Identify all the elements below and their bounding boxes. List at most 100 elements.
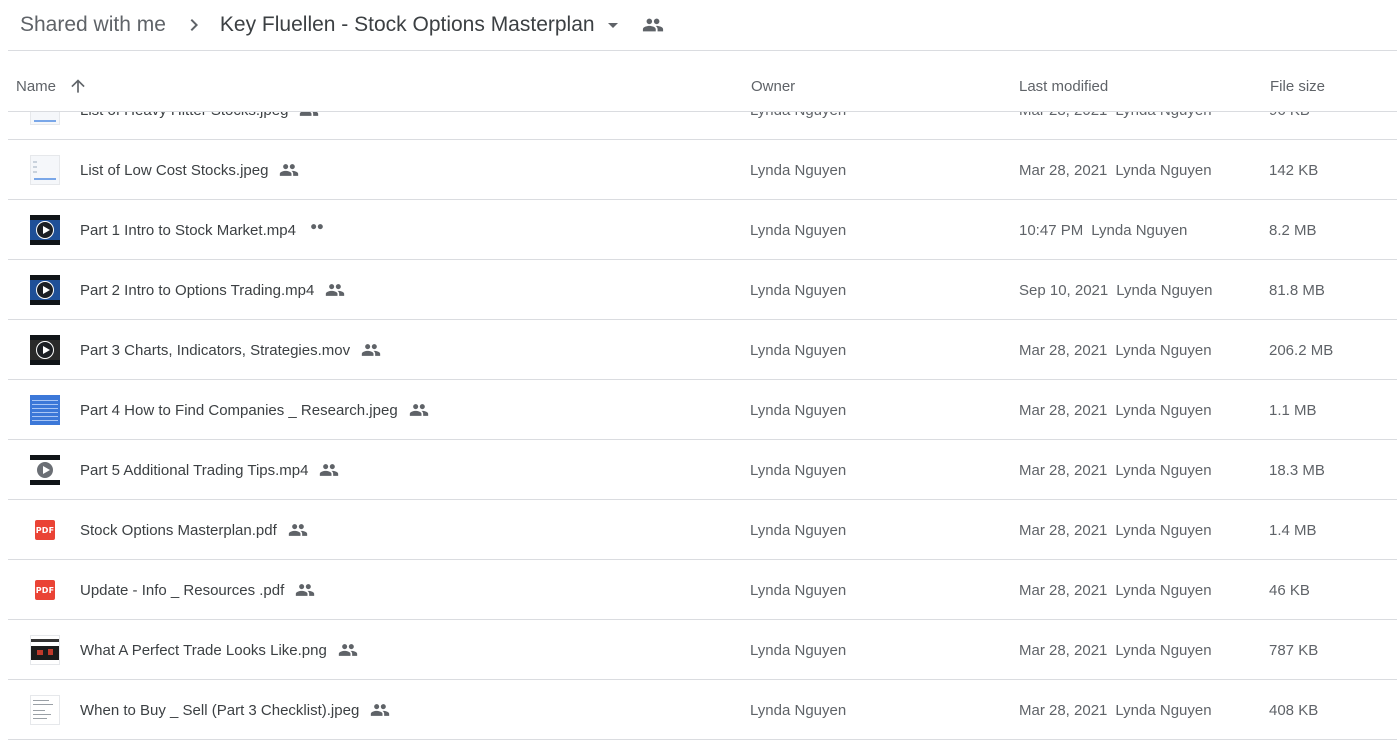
file-name: Stock Options Masterplan.pdf	[80, 521, 277, 539]
modified-date: Mar 28, 2021	[1019, 521, 1108, 539]
owner-cell: Lynda Nguyen	[750, 221, 847, 239]
table-row[interactable]: Part 2 Intro to Options Trading.mp4 Lynd…	[8, 260, 1397, 320]
size-cell: 142 KB	[1269, 161, 1319, 179]
shared-people-icon	[278, 159, 300, 181]
modified-date: Mar 28, 2021	[1019, 161, 1108, 179]
file-list[interactable]: List of Heavy Hitter Stocks.jpeg Lynda N…	[8, 80, 1397, 749]
file-name: List of Low Cost Stocks.jpeg	[80, 161, 269, 179]
table-row[interactable]: PDF Stock Options Masterplan.pdf Lynda N…	[8, 500, 1397, 560]
modified-by: Lynda Nguyen	[1116, 281, 1213, 299]
modified-date: Mar 28, 2021	[1019, 581, 1108, 599]
breadcrumb-current-folder[interactable]: Key Fluellen - Stock Options Masterplan	[220, 13, 595, 37]
modified-date: Mar 28, 2021	[1019, 641, 1108, 659]
file-name: Part 3 Charts, Indicators, Strategies.mo…	[80, 341, 351, 359]
owner-cell: Lynda Nguyen	[750, 461, 847, 479]
column-owner-label: Owner	[751, 77, 796, 95]
size-cell: 81.8 MB	[1269, 281, 1325, 299]
owner-cell: Lynda Nguyen	[750, 641, 847, 659]
table-row[interactable]: Part 5 Additional Trading Tips.mp4 Lynda…	[8, 440, 1397, 500]
modified-cell: Mar 28, 2021 Lynda Nguyen	[1019, 560, 1212, 620]
size-cell: 1.4 MB	[1269, 521, 1317, 539]
column-size-label: File size	[1270, 77, 1326, 95]
modified-date: Sep 10, 2021	[1019, 281, 1109, 299]
modified-cell: 10:47 PM Lynda Nguyen	[1019, 200, 1187, 260]
table-row[interactable]: What A Perfect Trade Looks Like.png Lynd…	[8, 620, 1397, 680]
modified-by: Lynda Nguyen	[1115, 161, 1212, 179]
table-row[interactable]: When to Buy _ Sell (Part 3 Checklist).jp…	[8, 680, 1397, 740]
shared-people-icon	[360, 339, 382, 361]
file-name-cell: Part 3 Charts, Indicators, Strategies.mo…	[80, 320, 382, 380]
modified-cell: Mar 28, 2021 Lynda Nguyen	[1019, 140, 1212, 200]
breadcrumb-shared-with-me[interactable]: Shared with me	[20, 13, 166, 37]
column-header: Name Owner Last modified File size	[8, 60, 1397, 112]
shared-folder-icon[interactable]	[641, 13, 665, 37]
modified-date: Mar 28, 2021	[1019, 701, 1108, 719]
table-row[interactable]: List of Low Cost Stocks.jpeg Lynda Nguye…	[8, 140, 1397, 200]
modified-by: Lynda Nguyen	[1115, 341, 1212, 359]
modified-by: Lynda Nguyen	[1115, 701, 1212, 719]
modified-date: Mar 28, 2021	[1019, 461, 1108, 479]
file-name-cell: Part 1 Intro to Stock Market.mp4	[80, 200, 328, 260]
file-name-cell: Part 4 How to Find Companies _ Research.…	[80, 380, 430, 440]
modified-cell: Mar 28, 2021 Lynda Nguyen	[1019, 500, 1212, 560]
shared-people-icon	[306, 219, 328, 241]
modified-cell: Sep 10, 2021 Lynda Nguyen	[1019, 260, 1212, 320]
modified-date: Mar 28, 2021	[1019, 341, 1108, 359]
modified-cell: Mar 28, 2021 Lynda Nguyen	[1019, 680, 1212, 740]
modified-by: Lynda Nguyen	[1091, 221, 1188, 239]
pdf-icon: PDF	[30, 515, 60, 545]
folder-menu-dropdown[interactable]	[601, 13, 625, 37]
column-header-name[interactable]: Name	[16, 60, 88, 112]
pdf-icon: PDF	[30, 575, 60, 605]
size-cell: 18.3 MB	[1269, 461, 1325, 479]
breadcrumb: Shared with me Key Fluellen - Stock Opti…	[0, 0, 1397, 50]
size-cell: 1.1 MB	[1269, 401, 1317, 419]
image-thumbnail-icon	[30, 155, 60, 185]
column-header-owner: Owner	[751, 60, 795, 112]
modified-date: Mar 28, 2021	[1019, 401, 1108, 419]
file-name-cell: List of Low Cost Stocks.jpeg	[80, 140, 300, 200]
shared-people-icon	[294, 579, 316, 601]
owner-cell: Lynda Nguyen	[750, 281, 847, 299]
table-row[interactable]: Part 3 Charts, Indicators, Strategies.mo…	[8, 320, 1397, 380]
file-name: What A Perfect Trade Looks Like.png	[80, 641, 327, 659]
file-name-cell: Stock Options Masterplan.pdf	[80, 500, 309, 560]
table-row[interactable]: Part 4 How to Find Companies _ Research.…	[8, 380, 1397, 440]
modified-cell: Mar 28, 2021 Lynda Nguyen	[1019, 620, 1212, 680]
modified-by: Lynda Nguyen	[1115, 521, 1212, 539]
chevron-right-icon	[182, 13, 206, 37]
shared-people-icon	[369, 699, 391, 721]
shared-people-icon	[337, 639, 359, 661]
owner-cell: Lynda Nguyen	[750, 701, 847, 719]
video-thumbnail-icon	[30, 455, 60, 485]
shared-people-icon	[287, 519, 309, 541]
size-cell: 787 KB	[1269, 641, 1319, 659]
image-thumbnail-icon	[30, 695, 60, 725]
image-thumbnail-icon	[30, 395, 60, 425]
file-name: Part 5 Additional Trading Tips.mp4	[80, 461, 309, 479]
file-name: Part 4 How to Find Companies _ Research.…	[80, 401, 398, 419]
image-thumbnail-icon	[30, 635, 60, 665]
modified-date: 10:47 PM	[1019, 221, 1084, 239]
video-thumbnail-icon	[30, 215, 60, 245]
sort-ascending-icon[interactable]	[68, 76, 88, 96]
video-thumbnail-icon	[30, 335, 60, 365]
owner-cell: Lynda Nguyen	[750, 581, 847, 599]
file-name: Part 2 Intro to Options Trading.mp4	[80, 281, 315, 299]
caret-down-icon	[607, 23, 618, 28]
shared-people-icon	[324, 279, 346, 301]
table-row[interactable]: PDF Update - Info _ Resources .pdf Lynda…	[8, 560, 1397, 620]
folder-title: Key Fluellen - Stock Options Masterplan	[219, 13, 595, 36]
column-modified-label: Last modified	[1019, 77, 1109, 95]
file-name-cell: Update - Info _ Resources .pdf	[80, 560, 316, 620]
file-name: When to Buy _ Sell (Part 3 Checklist).jp…	[80, 701, 360, 719]
table-row[interactable]: Part 1 Intro to Stock Market.mp4 Lynda N…	[8, 200, 1397, 260]
file-name-cell: When to Buy _ Sell (Part 3 Checklist).jp…	[80, 680, 391, 740]
file-name: Part 1 Intro to Stock Market.mp4	[80, 221, 296, 239]
column-header-file-size: File size	[1270, 60, 1325, 112]
video-thumbnail-icon	[30, 275, 60, 305]
column-header-last-modified[interactable]: Last modified	[1019, 60, 1108, 112]
size-cell: 206.2 MB	[1269, 341, 1334, 359]
file-name-cell: Part 2 Intro to Options Trading.mp4	[80, 260, 346, 320]
modified-cell: Mar 28, 2021 Lynda Nguyen	[1019, 380, 1212, 440]
